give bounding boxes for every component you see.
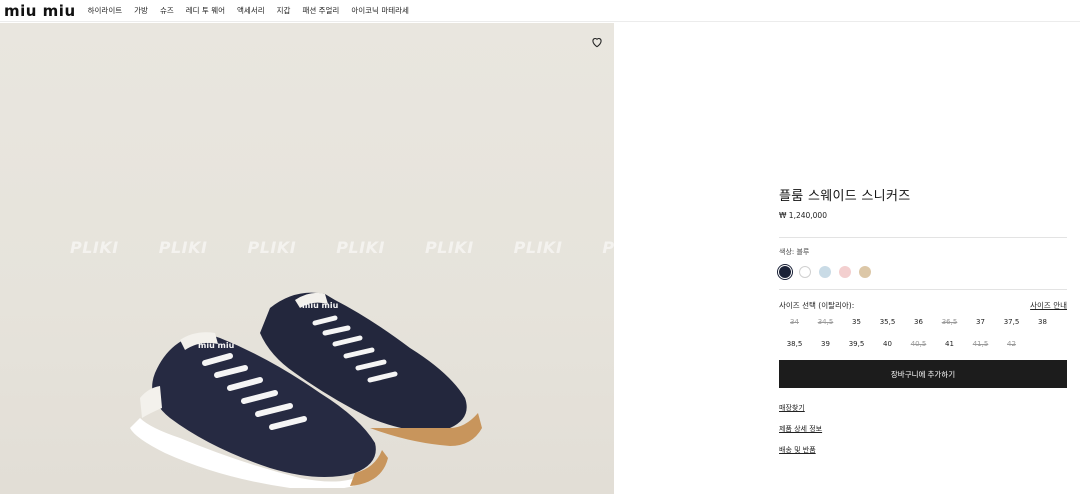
heart-icon[interactable] (590, 35, 604, 49)
size-option[interactable]: 35 (841, 318, 872, 327)
nav-item-shoes[interactable]: 슈즈 (160, 5, 174, 16)
shipping-returns-link[interactable]: 배송 및 반품 (779, 445, 816, 455)
size-option[interactable]: 37,5 (996, 318, 1027, 327)
top-nav-bar: miu miu 하이라이트 가방 슈즈 레디 투 웨어 액세서리 지갑 패션 주… (0, 0, 1080, 22)
size-option[interactable]: 39,5 (841, 340, 872, 349)
color-swatch[interactable] (819, 266, 831, 278)
size-option: 40,5 (910, 340, 927, 348)
product-details-link[interactable]: 제품 상세 정보 (779, 424, 822, 434)
size-label: 사이즈 선택 (이탈리아): (779, 301, 855, 310)
size-option[interactable]: 39 (810, 340, 841, 349)
nav-item-accessories[interactable]: 액세서리 (237, 5, 265, 16)
color-swatches (779, 266, 1067, 278)
size-option[interactable]: 38,5 (779, 340, 810, 349)
watermark-text: PLIKI (158, 238, 208, 257)
size-option[interactable]: 35,5 (872, 318, 903, 327)
watermark-text: PLIKI (70, 238, 119, 257)
add-to-cart-button[interactable]: 장바구니에 추가하기 (779, 360, 1067, 388)
size-option: 34 (790, 318, 799, 326)
product-links: 매장찾기 제품 상세 정보 배송 및 반품 (779, 403, 1067, 455)
color-swatch[interactable] (839, 266, 851, 278)
sneakers-illustration: miu miu miu miu (130, 292, 482, 488)
nav-item-bags[interactable]: 가방 (134, 5, 148, 16)
size-header: 사이즈 선택 (이탈리아): 사이즈 안내 (779, 300, 1067, 311)
size-option[interactable]: 41 (934, 340, 965, 349)
watermark-text: PLIKI (424, 238, 474, 257)
size-option[interactable]: 40 (872, 340, 903, 349)
color-swatch[interactable] (799, 266, 811, 278)
size-option[interactable]: 38 (1027, 318, 1058, 327)
size-option: 36,5 (941, 318, 958, 326)
size-guide-link[interactable]: 사이즈 안내 (1030, 300, 1067, 311)
size-option: 42 (1007, 340, 1016, 348)
size-grid: 34 34,5 35 35,5 36 36,5 37 37,5 38 38,5 39 39,5 40 40… (779, 318, 1067, 349)
product-image[interactable]: PLIKI PLIKI PLIKI PLIKI PLIKI PLIKI PLIK… (0, 23, 614, 494)
nav-item-iconic-matelasse[interactable]: 아이코닉 마테라세 (351, 5, 409, 16)
size-option[interactable]: 37 (965, 318, 996, 327)
main-nav: 하이라이트 가방 슈즈 레디 투 웨어 액세서리 지갑 패션 주얼리 아이코닉 … (88, 0, 421, 22)
size-option: 34,5 (817, 318, 834, 326)
divider (779, 289, 1067, 290)
size-option[interactable]: 36 (903, 318, 934, 327)
color-swatch[interactable] (859, 266, 871, 278)
size-option: 41,5 (972, 340, 989, 348)
color-swatch[interactable] (779, 266, 791, 278)
watermark-text: PLIKI (336, 238, 385, 257)
svg-text:miu miu: miu miu (302, 301, 339, 310)
product-price: ₩ 1,240,000 (779, 211, 827, 220)
watermark-text: PLIKI (513, 238, 563, 257)
color-label: 색상: 블루 (779, 248, 810, 256)
brand-logo[interactable]: miu miu (4, 1, 76, 21)
store-locator-link[interactable]: 매장찾기 (779, 403, 805, 413)
divider (779, 237, 1067, 238)
product-title: 플룸 스웨이드 스니커즈 (779, 189, 911, 204)
product-panel: 플룸 스웨이드 스니커즈 ₩ 1,240,000 색상: 블루 사이즈 선택 (… (779, 185, 1067, 455)
nav-item-ready-to-wear[interactable]: 레디 투 웨어 (186, 5, 225, 16)
watermark: PLIKI PLIKI PLIKI PLIKI PLIKI PLIKI PLIK… (70, 238, 614, 257)
watermark-text: PLIKI (247, 238, 297, 257)
nav-item-fashion-jewelry[interactable]: 패션 주얼리 (302, 5, 339, 16)
watermark-text: PLIKI (602, 238, 614, 257)
nav-item-highlights[interactable]: 하이라이트 (88, 5, 123, 16)
svg-text:miu miu: miu miu (198, 341, 235, 350)
nav-item-wallets[interactable]: 지갑 (277, 5, 291, 16)
